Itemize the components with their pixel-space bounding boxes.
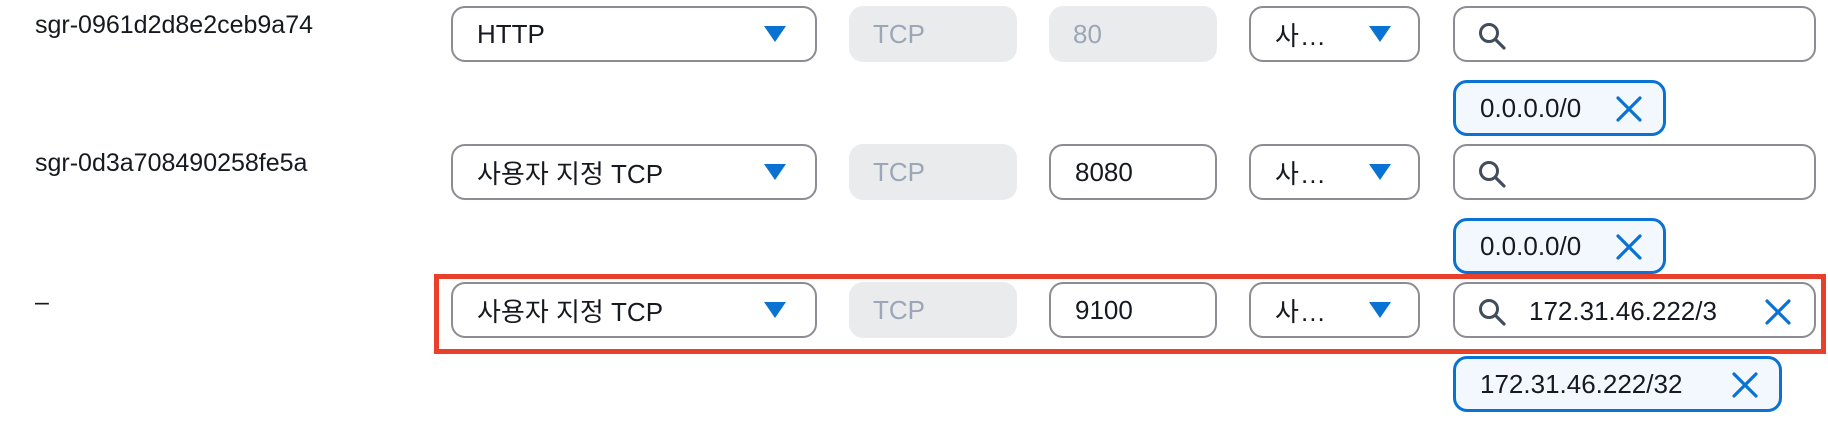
- protocol-field: TCP: [849, 6, 1017, 62]
- source-type-select[interactable]: 사…: [1249, 282, 1420, 338]
- caret-down-icon: [764, 26, 786, 42]
- search-icon: [1479, 23, 1506, 50]
- source-search-input[interactable]: [1453, 144, 1816, 200]
- search-icon: [1479, 161, 1506, 188]
- search-value: 172.31.46.222/3: [1529, 296, 1717, 326]
- source-type-value: 사…: [1275, 158, 1327, 189]
- source-token-label: 172.31.46.222/32: [1480, 368, 1683, 399]
- type-select[interactable]: 사용자 지정 TCP: [451, 144, 817, 200]
- type-select[interactable]: 사용자 지정 TCP: [451, 282, 817, 338]
- caret-down-icon: [1369, 164, 1391, 180]
- port-range-input[interactable]: 8080: [1049, 144, 1217, 200]
- close-icon[interactable]: [1763, 297, 1793, 327]
- source-token: 172.31.46.222/32: [1453, 356, 1782, 412]
- source-type-value: 사…: [1275, 20, 1327, 51]
- protocol-field: TCP: [849, 144, 1017, 200]
- source-token: 0.0.0.0/0: [1453, 218, 1666, 274]
- source-token-label: 0.0.0.0/0: [1480, 230, 1582, 261]
- type-select[interactable]: HTTP: [451, 6, 817, 62]
- rule-id-text: sgr-0d3a708490258fe5a: [35, 149, 308, 177]
- close-icon[interactable]: [1730, 370, 1760, 400]
- source-search-input[interactable]: 172.31.46.222/3: [1453, 282, 1816, 338]
- source-token-label: 0.0.0.0/0: [1480, 92, 1582, 123]
- close-icon[interactable]: [1614, 94, 1644, 124]
- source-search-input[interactable]: [1453, 6, 1816, 62]
- protocol-field: TCP: [849, 282, 1017, 338]
- port-range-input[interactable]: 9100: [1049, 282, 1217, 338]
- close-icon[interactable]: [1614, 232, 1644, 262]
- port-range-field: 80: [1049, 6, 1217, 62]
- caret-down-icon: [1369, 26, 1391, 42]
- rule-id-text: –: [35, 288, 49, 316]
- caret-down-icon: [764, 164, 786, 180]
- rule-id-text: sgr-0961d2d8e2ceb9a74: [35, 11, 314, 39]
- source-type-select[interactable]: 사…: [1249, 6, 1420, 62]
- caret-down-icon: [1369, 302, 1391, 318]
- source-type-select[interactable]: 사…: [1249, 144, 1420, 200]
- source-type-value: 사…: [1275, 296, 1327, 327]
- caret-down-icon: [764, 302, 786, 318]
- source-token: 0.0.0.0/0: [1453, 80, 1666, 136]
- search-icon: [1479, 299, 1506, 326]
